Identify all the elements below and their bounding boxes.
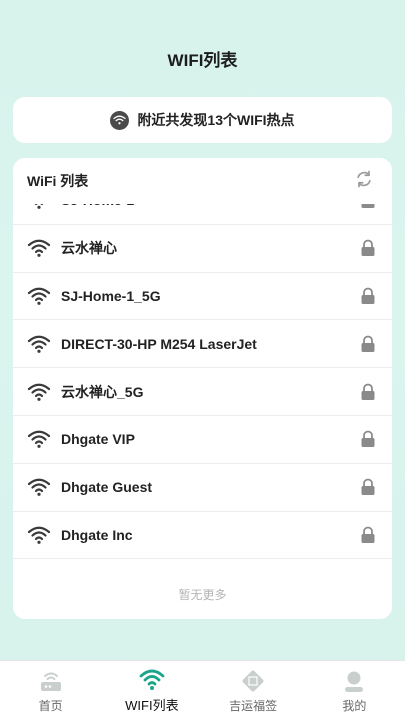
- wifi-network-row[interactable]: Dhgate VIP: [13, 415, 392, 464]
- router-icon: [38, 668, 64, 694]
- wifi-network-row[interactable]: 云水禅心_5G: [13, 368, 392, 416]
- profile-icon: [341, 668, 367, 694]
- lock-icon: [360, 478, 376, 496]
- wifi-signal-icon: [27, 427, 51, 451]
- bottom-tab-bar: 首页 WIFI列表 吉运福签 我的: [0, 660, 405, 720]
- wifi-network-row[interactable]: Dhgate Guest: [13, 463, 392, 512]
- wifi-network-name: Dhgate Inc: [61, 526, 133, 543]
- wifi-network-name: 云水禅心_5G: [61, 383, 144, 400]
- wifi-network-name: SJ-Home-1: [61, 204, 360, 208]
- panel-title: WiFi 列表: [27, 173, 89, 189]
- wifi-network-name: Dhgate Guest: [61, 479, 153, 496]
- wifi-badge-icon: [110, 110, 130, 130]
- wifi-icon: [139, 666, 165, 692]
- lock-icon: [360, 430, 376, 448]
- tab-wifi-list[interactable]: WIFI列表: [101, 661, 202, 720]
- lock-icon: [360, 204, 376, 209]
- wifi-network-name: SJ-Home-1_5G: [61, 287, 161, 304]
- refresh-icon[interactable]: [354, 169, 374, 194]
- wifi-signal-icon: [27, 523, 51, 547]
- lock-icon: [360, 383, 376, 401]
- wifi-list[interactable]: SJ-Home-1 云水禅心 SJ-Home-1_5G DIRECT-30-HP…: [13, 204, 392, 584]
- wifi-network-row[interactable]: Dhgate Inc: [13, 511, 392, 560]
- tab-home[interactable]: 首页: [0, 661, 101, 720]
- wifi-network-name: Dhgate VIP: [61, 431, 135, 448]
- wifi-list-panel: WiFi 列表 SJ-Home-1 云水禅心 SJ-Home-1_5G DIRE…: [13, 158, 392, 619]
- wifi-signal-icon: [27, 380, 51, 404]
- wifi-signal-icon: [27, 284, 51, 308]
- wifi-signal-icon: [27, 204, 51, 212]
- wifi-network-row[interactable]: DIRECT-30-HP M254 LaserJet: [13, 320, 392, 369]
- wifi-network-name: 云水禅心: [61, 240, 117, 257]
- tab-label: 首页: [38, 699, 63, 713]
- tab-label: WIFI列表: [125, 698, 179, 713]
- wifi-signal-icon: [27, 475, 51, 499]
- wifi-network-row[interactable]: 云水禅心: [13, 224, 392, 273]
- lock-icon: [360, 335, 376, 353]
- wifi-signal-icon: [27, 332, 51, 356]
- lock-icon: [360, 526, 376, 544]
- scan-summary: 附近共发现13个WIFI热点: [13, 97, 392, 143]
- lock-icon: [360, 239, 376, 257]
- wifi-signal-icon: [27, 236, 51, 260]
- scan-summary-text: 附近共发现13个WIFI热点: [137, 112, 295, 128]
- wifi-network-row[interactable]: SJ-Home-1: [13, 204, 392, 225]
- page-title: WIFI列表: [167, 51, 238, 70]
- wifi-network-name: DIRECT-30-HP M254 LaserJet: [61, 335, 257, 352]
- fortune-icon: [240, 668, 266, 694]
- lock-icon: [360, 287, 376, 305]
- tab-label: 吉运福签: [229, 699, 278, 713]
- tab-profile[interactable]: 我的: [304, 661, 405, 720]
- end-of-list-text: 暂无更多: [178, 588, 227, 602]
- tab-label: 我的: [342, 699, 367, 713]
- tab-fortune[interactable]: 吉运福签: [203, 661, 304, 720]
- panel-header: WiFi 列表: [13, 158, 392, 204]
- wifi-network-row[interactable]: SJ-Home-1_5G: [13, 272, 392, 321]
